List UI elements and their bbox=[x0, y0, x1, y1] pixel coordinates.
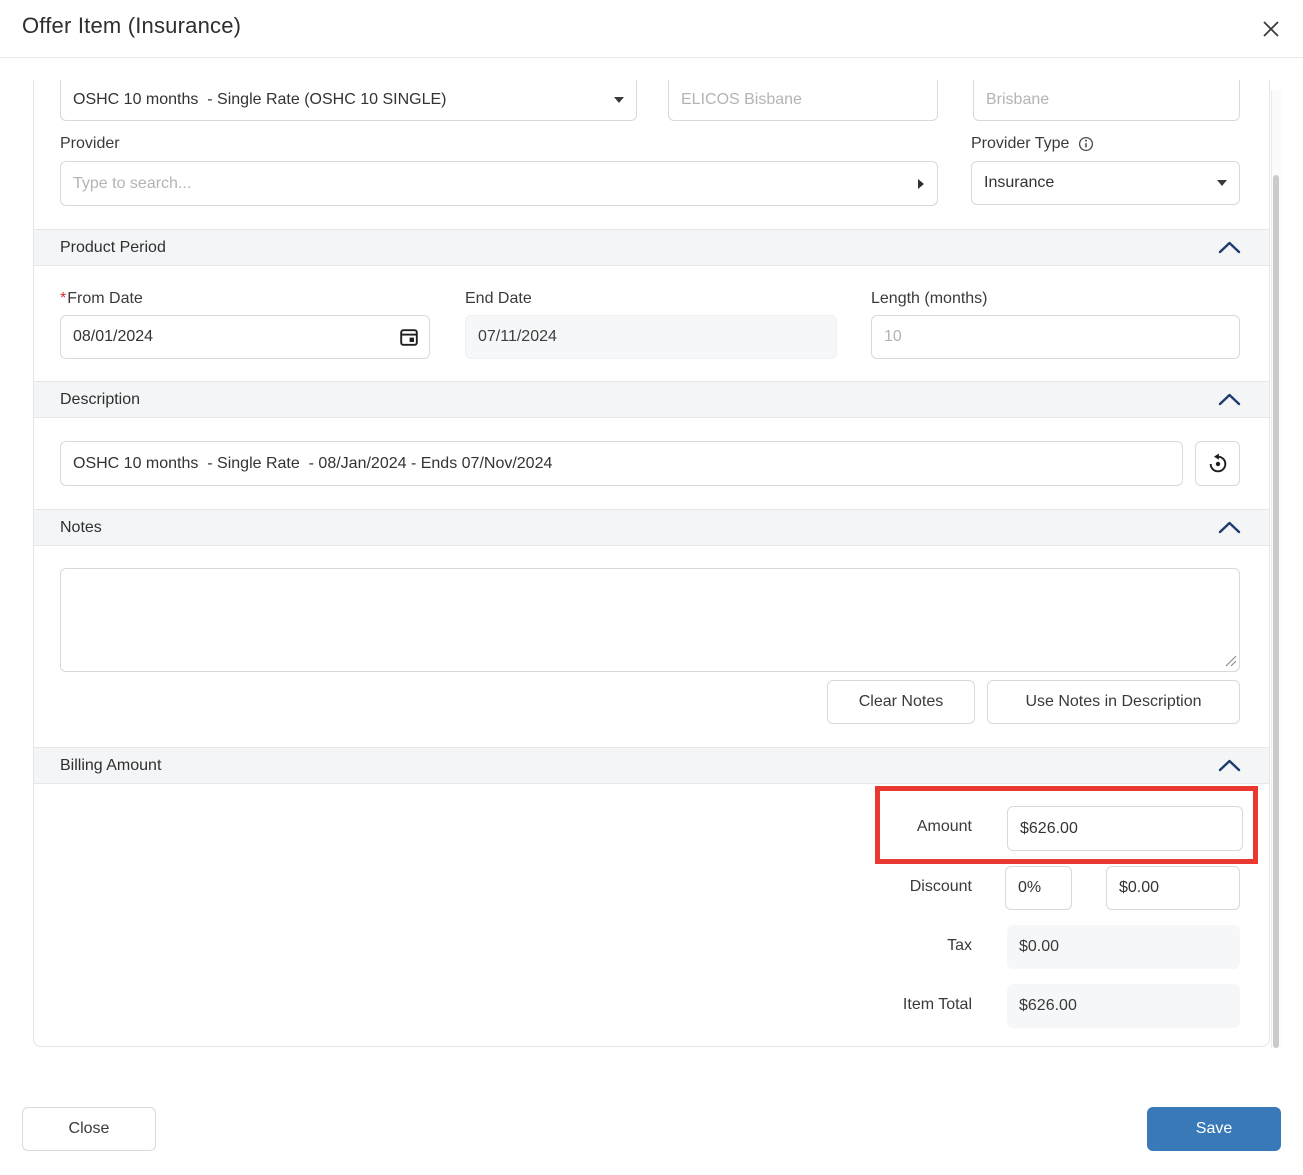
provider-type-label: Provider Type bbox=[971, 135, 1069, 153]
section-header-notes[interactable]: Notes bbox=[34, 509, 1269, 546]
amount-input[interactable] bbox=[1007, 806, 1243, 851]
chevron-up-icon[interactable] bbox=[1218, 241, 1241, 254]
product-select[interactable]: OSHC 10 months - Single Rate (OSHC 10 SI… bbox=[60, 80, 637, 121]
item-total-label: Item Total bbox=[832, 996, 972, 1014]
item-total-value: $626.00 bbox=[1019, 997, 1077, 1015]
section-title: Billing Amount bbox=[60, 757, 161, 775]
reset-icon bbox=[1207, 453, 1229, 475]
clear-notes-button[interactable]: Clear Notes bbox=[827, 680, 975, 724]
section-title: Description bbox=[60, 391, 140, 409]
city-field bbox=[973, 80, 1240, 121]
discount-amount-input[interactable] bbox=[1106, 866, 1240, 910]
discount-label: Discount bbox=[832, 878, 972, 896]
page-title: Offer Item (Insurance) bbox=[22, 13, 241, 39]
tax-label: Tax bbox=[832, 937, 972, 955]
offer-item-modal: Offer Item (Insurance) OSHC 10 months - … bbox=[0, 0, 1303, 1175]
tax-field: $0.00 bbox=[1007, 925, 1240, 969]
scrollbar-thumb[interactable] bbox=[1273, 175, 1279, 1048]
required-asterisk: * bbox=[60, 290, 66, 307]
provider-search-input[interactable] bbox=[60, 161, 938, 206]
description-input[interactable] bbox=[60, 441, 1183, 486]
section-title: Product Period bbox=[60, 239, 166, 257]
provider-type-value: Insurance bbox=[984, 174, 1054, 192]
from-date-input[interactable] bbox=[60, 315, 430, 359]
discount-percent-input[interactable] bbox=[1005, 866, 1072, 910]
discount-percent-field bbox=[1005, 866, 1072, 910]
x-glyph bbox=[1261, 19, 1281, 39]
length-field bbox=[871, 315, 1240, 359]
amount-field bbox=[1007, 806, 1243, 851]
end-date-label: End Date bbox=[465, 290, 532, 308]
chevron-up-icon[interactable] bbox=[1218, 521, 1241, 534]
use-notes-in-description-button[interactable]: Use Notes in Description bbox=[987, 680, 1240, 724]
from-date-label-row: *From Date bbox=[60, 290, 143, 308]
section-header-description[interactable]: Description bbox=[34, 381, 1269, 418]
campus-input[interactable] bbox=[668, 80, 938, 121]
form-card bbox=[33, 80, 1270, 1047]
header-divider bbox=[0, 57, 1303, 58]
section-title: Notes bbox=[60, 519, 102, 537]
provider-type-select[interactable]: Insurance bbox=[971, 161, 1240, 205]
length-label: Length (months) bbox=[871, 290, 988, 308]
provider-label: Provider bbox=[60, 135, 120, 153]
city-input[interactable] bbox=[973, 80, 1240, 121]
section-header-billing-amount[interactable]: Billing Amount bbox=[34, 747, 1269, 784]
chevron-down-icon bbox=[614, 97, 624, 103]
tax-value: $0.00 bbox=[1019, 938, 1059, 956]
campus-field bbox=[668, 80, 938, 121]
close-icon[interactable] bbox=[1254, 12, 1288, 46]
info-icon[interactable] bbox=[1078, 136, 1094, 152]
notes-textarea[interactable] bbox=[60, 568, 1240, 672]
item-total-field: $626.00 bbox=[1007, 984, 1240, 1028]
chevron-up-icon[interactable] bbox=[1218, 393, 1241, 406]
chevron-down-icon bbox=[1217, 180, 1227, 186]
amount-label: Amount bbox=[832, 818, 972, 836]
length-input[interactable] bbox=[871, 315, 1240, 359]
calendar-icon[interactable] bbox=[399, 327, 419, 347]
from-date-label: From Date bbox=[67, 290, 143, 307]
from-date-field bbox=[60, 315, 430, 359]
chevron-up-icon[interactable] bbox=[1218, 759, 1241, 772]
description-field bbox=[60, 441, 1183, 486]
section-header-product-period[interactable]: Product Period bbox=[34, 229, 1269, 266]
end-date-value: 07/11/2024 bbox=[478, 328, 557, 346]
provider-type-label-row: Provider Type bbox=[971, 135, 1094, 153]
product-select-value: OSHC 10 months - Single Rate (OSHC 10 SI… bbox=[73, 91, 446, 109]
save-button[interactable]: Save bbox=[1147, 1107, 1281, 1151]
discount-amount-field bbox=[1106, 866, 1240, 910]
chevron-right-icon[interactable] bbox=[918, 179, 924, 189]
provider-search-field bbox=[60, 161, 938, 206]
end-date-field: 07/11/2024 bbox=[465, 315, 837, 359]
reset-description-button[interactable] bbox=[1195, 441, 1240, 486]
close-button[interactable]: Close bbox=[22, 1107, 156, 1151]
